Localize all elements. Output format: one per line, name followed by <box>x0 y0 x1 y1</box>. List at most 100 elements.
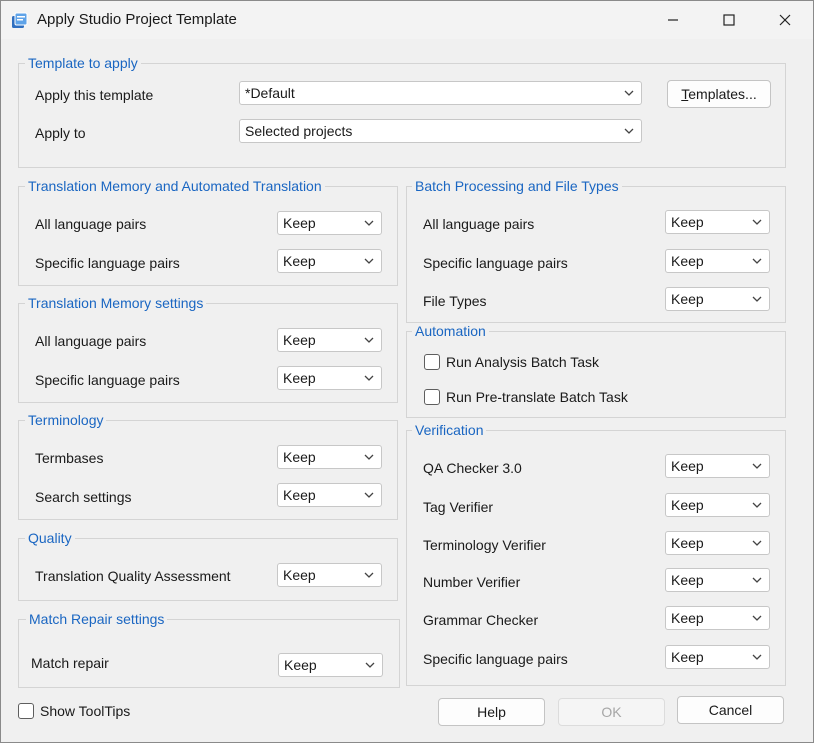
match-repair-select[interactable]: Keep <box>278 653 383 677</box>
tms-all-pairs-value: Keep <box>283 332 316 348</box>
chevron-down-icon <box>364 492 374 498</box>
search-settings-value: Keep <box>283 487 316 503</box>
batch-specific-pairs-label: Specific language pairs <box>423 255 568 271</box>
batch-all-pairs-select[interactable]: Keep <box>665 210 770 234</box>
cancel-button[interactable]: Cancel <box>677 696 784 724</box>
app-template-icon <box>12 12 28 28</box>
verification-specific-pairs-select[interactable]: Keep <box>665 645 770 669</box>
title-bar: Apply Studio Project Template <box>1 1 813 39</box>
chevron-down-icon <box>365 662 375 668</box>
terminology-group: Terminology Termbases Keep Search settin… <box>18 412 398 520</box>
file-types-select[interactable]: Keep <box>665 287 770 311</box>
ok-button-label: OK <box>601 704 622 720</box>
chevron-down-icon <box>624 90 634 96</box>
terminology-verifier-select[interactable]: Keep <box>665 531 770 555</box>
quality-group-title: Quality <box>25 530 75 546</box>
chevron-down-icon <box>752 540 762 546</box>
cancel-button-label: Cancel <box>708 702 753 718</box>
minimize-button[interactable] <box>645 1 701 39</box>
chevron-down-icon <box>752 463 762 469</box>
template-group-title: Template to apply <box>25 55 141 71</box>
chevron-down-icon <box>752 615 762 621</box>
help-button-label: Help <box>477 704 506 720</box>
tqa-value: Keep <box>283 567 316 583</box>
match-repair-value: Keep <box>284 657 317 673</box>
maximize-icon <box>723 14 735 26</box>
minimize-icon <box>668 19 678 21</box>
show-tooltips-label: Show ToolTips <box>40 703 131 719</box>
chevron-down-icon <box>364 454 374 460</box>
chevron-down-icon <box>752 654 762 660</box>
chevron-down-icon <box>624 128 634 134</box>
grammar-checker-select[interactable]: Keep <box>665 606 770 630</box>
chevron-down-icon <box>752 577 762 583</box>
apply-template-label: Apply this template <box>35 87 154 103</box>
tms-specific-pairs-label: Specific language pairs <box>35 372 180 388</box>
tm-settings-group-title: Translation Memory settings <box>25 295 207 311</box>
apply-template-select[interactable]: *Default <box>239 81 642 105</box>
automation-group-title: Automation <box>412 323 489 339</box>
templates-button[interactable]: Templates... <box>667 80 771 108</box>
tms-all-pairs-label: All language pairs <box>35 333 147 349</box>
ok-button[interactable]: OK <box>558 698 665 726</box>
chevron-down-icon <box>752 258 762 264</box>
number-verifier-select[interactable]: Keep <box>665 568 770 592</box>
apply-to-select[interactable]: Selected projects <box>239 119 642 143</box>
window-title: Apply Studio Project Template <box>37 11 237 28</box>
tm-group-title: Translation Memory and Automated Transla… <box>25 178 325 194</box>
tqa-select[interactable]: Keep <box>277 563 382 587</box>
chevron-down-icon <box>752 219 762 225</box>
chevron-down-icon <box>364 337 374 343</box>
qa-checker-label: QA Checker 3.0 <box>423 460 522 476</box>
grammar-checker-value: Keep <box>671 610 704 626</box>
batch-specific-pairs-select[interactable]: Keep <box>665 249 770 273</box>
show-tooltips-checkbox[interactable] <box>18 703 34 719</box>
apply-to-label: Apply to <box>35 125 86 141</box>
tag-verifier-value: Keep <box>671 497 704 513</box>
run-pretranslate-label: Run Pre-translate Batch Task <box>446 389 628 405</box>
qa-checker-select[interactable]: Keep <box>665 454 770 478</box>
tqa-label: Translation Quality Assessment <box>35 568 231 584</box>
run-analysis-checkbox[interactable] <box>424 354 440 370</box>
termbases-select[interactable]: Keep <box>277 445 382 469</box>
tm-specific-pairs-select[interactable]: Keep <box>277 249 382 273</box>
automation-group: Automation Run Analysis Batch Task Run P… <box>406 323 786 418</box>
maximize-button[interactable] <box>701 1 757 39</box>
close-button[interactable] <box>757 1 813 39</box>
tm-group: Translation Memory and Automated Transla… <box>18 178 398 286</box>
verification-specific-pairs-label: Specific language pairs <box>423 651 568 667</box>
file-types-value: Keep <box>671 291 704 307</box>
file-types-label: File Types <box>423 293 487 309</box>
apply-to-value: Selected projects <box>245 123 353 139</box>
batch-specific-pairs-value: Keep <box>671 253 704 269</box>
quality-group: Quality Translation Quality Assessment K… <box>18 530 398 601</box>
chevron-down-icon <box>364 375 374 381</box>
tms-specific-pairs-select[interactable]: Keep <box>277 366 382 390</box>
verification-specific-pairs-value: Keep <box>671 649 704 665</box>
match-repair-group-title: Match Repair settings <box>26 611 168 627</box>
tm-settings-group: Translation Memory settings All language… <box>18 295 398 403</box>
verification-group-title: Verification <box>412 422 487 438</box>
search-settings-select[interactable]: Keep <box>277 483 382 507</box>
terminology-verifier-label: Terminology Verifier <box>423 537 546 553</box>
tm-all-pairs-select[interactable]: Keep <box>277 211 382 235</box>
chevron-down-icon <box>364 258 374 264</box>
apply-template-value: *Default <box>245 85 295 101</box>
chevron-down-icon <box>752 502 762 508</box>
tag-verifier-label: Tag Verifier <box>423 499 494 515</box>
template-group: Template to apply Apply this template *D… <box>18 55 786 168</box>
terminology-group-title: Terminology <box>25 412 107 428</box>
dialog-window: Apply Studio Project Template Template t… <box>0 0 814 743</box>
tms-all-pairs-select[interactable]: Keep <box>277 328 382 352</box>
batch-group: Batch Processing and File Types All lang… <box>406 178 786 323</box>
batch-all-pairs-value: Keep <box>671 214 704 230</box>
tag-verifier-select[interactable]: Keep <box>665 493 770 517</box>
termbases-label: Termbases <box>35 450 104 466</box>
chevron-down-icon <box>364 572 374 578</box>
help-button[interactable]: Help <box>438 698 545 726</box>
close-icon <box>779 14 791 26</box>
templates-button-label: Templates... <box>681 86 757 102</box>
number-verifier-label: Number Verifier <box>423 574 521 590</box>
run-pretranslate-checkbox[interactable] <box>424 389 440 405</box>
grammar-checker-label: Grammar Checker <box>423 612 539 628</box>
